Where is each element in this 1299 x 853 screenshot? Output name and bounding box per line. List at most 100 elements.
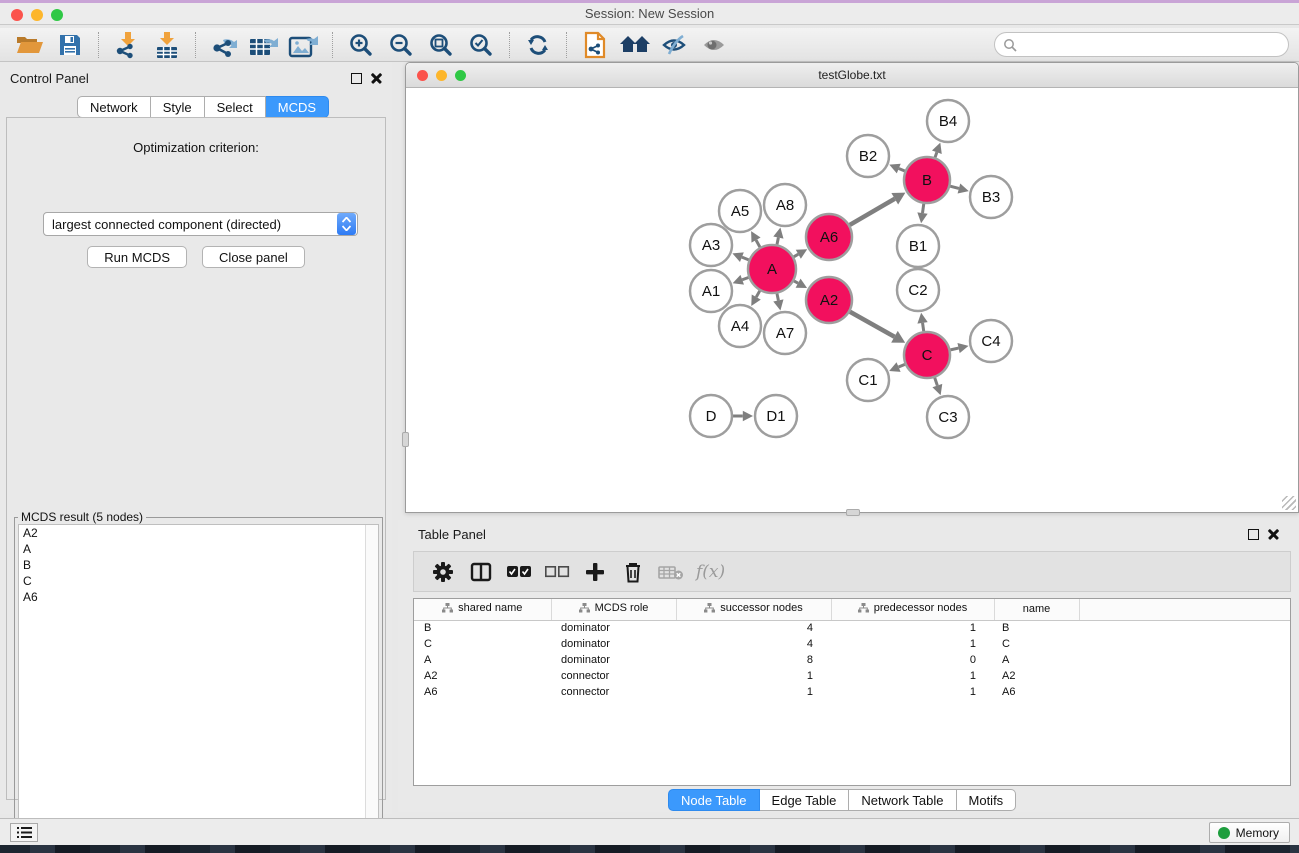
network-canvas[interactable]: B4B2BB3A5A8A6A3B1AC2A1A2A4A7C4CC1C3DD1	[406, 88, 1298, 512]
graph-edge-A-A2[interactable]	[794, 281, 798, 283]
graph-node-A6[interactable]: A6	[806, 214, 852, 260]
result-list-item[interactable]: C	[19, 573, 378, 589]
graph-edge-A-A6[interactable]	[794, 254, 799, 257]
table-cell[interactable]: 8	[676, 652, 831, 668]
graph-edge-A2-C[interactable]	[850, 312, 895, 337]
close-panel-icon[interactable]	[371, 73, 382, 84]
graph-edge-B-B4[interactable]	[935, 152, 937, 157]
search-field[interactable]	[994, 32, 1289, 57]
resize-grip-icon[interactable]	[1282, 496, 1296, 510]
run-mcds-button[interactable]: Run MCDS	[87, 246, 187, 268]
graph-node-B[interactable]: B	[904, 157, 950, 203]
table-cell[interactable]: A2	[414, 668, 551, 684]
graph-node-A7[interactable]: A7	[764, 312, 806, 354]
zoom-fit-button[interactable]	[421, 29, 461, 61]
graph-edge-C-C2[interactable]	[923, 323, 924, 331]
close-table-panel-icon[interactable]	[1268, 529, 1279, 540]
table-cell[interactable]: A2	[994, 668, 1079, 684]
import-table-button[interactable]	[147, 29, 187, 61]
table-cell[interactable]: C	[414, 636, 551, 652]
table-row[interactable]: A2connector11A2	[414, 668, 1290, 684]
table-cell[interactable]: A	[994, 652, 1079, 668]
graph-edge-A-A5[interactable]	[756, 240, 760, 247]
graph-node-A[interactable]: A	[748, 245, 796, 293]
add-column-button[interactable]	[576, 555, 614, 589]
table-cell[interactable]: A6	[994, 684, 1079, 700]
table-cell[interactable]: 0	[831, 652, 994, 668]
graph-edge-B-B3[interactable]	[950, 186, 959, 188]
result-list-item[interactable]: A2	[19, 525, 378, 541]
table-cell[interactable]: 1	[831, 620, 994, 636]
table-settings-button[interactable]	[424, 555, 462, 589]
export-table-button[interactable]	[244, 29, 284, 61]
table-cell[interactable]: 4	[676, 620, 831, 636]
table-cell[interactable]: connector	[551, 684, 676, 700]
table-row[interactable]: Adominator80A	[414, 652, 1290, 668]
memory-button[interactable]: Memory	[1209, 822, 1290, 843]
select-all-button[interactable]	[500, 555, 538, 589]
graph-edge-B-B1[interactable]	[922, 204, 923, 213]
column-header[interactable]: name	[994, 599, 1079, 620]
zoom-in-button[interactable]	[341, 29, 381, 61]
graph-node-D[interactable]: D	[690, 395, 732, 437]
result-list-item[interactable]: A	[19, 541, 378, 557]
first-neighbors-button[interactable]	[615, 29, 655, 61]
tab-motifs[interactable]: Motifs	[957, 789, 1017, 811]
mcds-result-list[interactable]: A2ABCA6	[18, 524, 379, 850]
table-cell[interactable]: dominator	[551, 620, 676, 636]
tab-network[interactable]: Network	[77, 96, 151, 118]
table-row[interactable]: A6connector11A6	[414, 684, 1290, 700]
deselect-all-button[interactable]	[538, 555, 576, 589]
graph-node-D1[interactable]: D1	[755, 395, 797, 437]
table-cell[interactable]: 1	[831, 684, 994, 700]
table-row[interactable]: Bdominator41B	[414, 620, 1290, 636]
save-session-button[interactable]	[50, 29, 90, 61]
graph-edge-A-A4[interactable]	[756, 291, 760, 297]
function-builder-button[interactable]: f(x)	[696, 562, 725, 582]
graph-node-A8[interactable]: A8	[764, 184, 806, 226]
table-cell[interactable]: A6	[414, 684, 551, 700]
clone-network-button[interactable]	[575, 29, 615, 61]
tab-node-table[interactable]: Node Table	[668, 789, 760, 811]
column-header[interactable]: MCDS role	[551, 599, 676, 620]
minimize-window-icon[interactable]	[31, 9, 43, 21]
refresh-button[interactable]	[518, 29, 558, 61]
result-list-item[interactable]: A6	[19, 589, 378, 605]
net-zoom-icon[interactable]	[455, 70, 466, 81]
graph-node-A4[interactable]: A4	[719, 305, 761, 347]
tab-mcds[interactable]: MCDS	[266, 96, 329, 118]
graph-node-A2[interactable]: A2	[806, 277, 852, 323]
graph-node-C[interactable]: C	[904, 332, 950, 378]
graph-node-B2[interactable]: B2	[847, 135, 889, 177]
float-panel-icon[interactable]	[351, 73, 362, 84]
graph-node-C2[interactable]: C2	[897, 269, 939, 311]
graph-edge-A-A7[interactable]	[777, 293, 778, 300]
tab-style[interactable]: Style	[151, 96, 205, 118]
tab-edge-table[interactable]: Edge Table	[760, 789, 850, 811]
delete-column-button[interactable]	[614, 555, 652, 589]
graph-node-B3[interactable]: B3	[970, 176, 1012, 218]
graph-edge-C-C3[interactable]	[935, 378, 938, 386]
float-table-panel-icon[interactable]	[1248, 529, 1259, 540]
graph-node-B4[interactable]: B4	[927, 100, 969, 142]
table-cell[interactable]: B	[994, 620, 1079, 636]
zoom-out-button[interactable]	[381, 29, 421, 61]
graph-node-C3[interactable]: C3	[927, 396, 969, 438]
table-cell[interactable]: C	[994, 636, 1079, 652]
table-cell[interactable]: connector	[551, 668, 676, 684]
table-cell[interactable]: A	[414, 652, 551, 668]
table-cell[interactable]: 1	[676, 668, 831, 684]
table-row[interactable]: Cdominator41C	[414, 636, 1290, 652]
graph-edge-C-C4[interactable]	[950, 348, 958, 350]
graph-edge-A-A1[interactable]	[742, 277, 748, 279]
graph-node-A3[interactable]: A3	[690, 224, 732, 266]
close-window-icon[interactable]	[11, 9, 23, 21]
result-list-item[interactable]: B	[19, 557, 378, 573]
column-header[interactable]: predecessor nodes	[831, 599, 994, 620]
tab-select[interactable]: Select	[205, 96, 266, 118]
show-all-button[interactable]	[695, 29, 735, 61]
close-panel-button[interactable]: Close panel	[202, 246, 305, 268]
graph-node-C1[interactable]: C1	[847, 359, 889, 401]
export-image-button[interactable]	[284, 29, 324, 61]
graph-node-A1[interactable]: A1	[690, 270, 732, 312]
